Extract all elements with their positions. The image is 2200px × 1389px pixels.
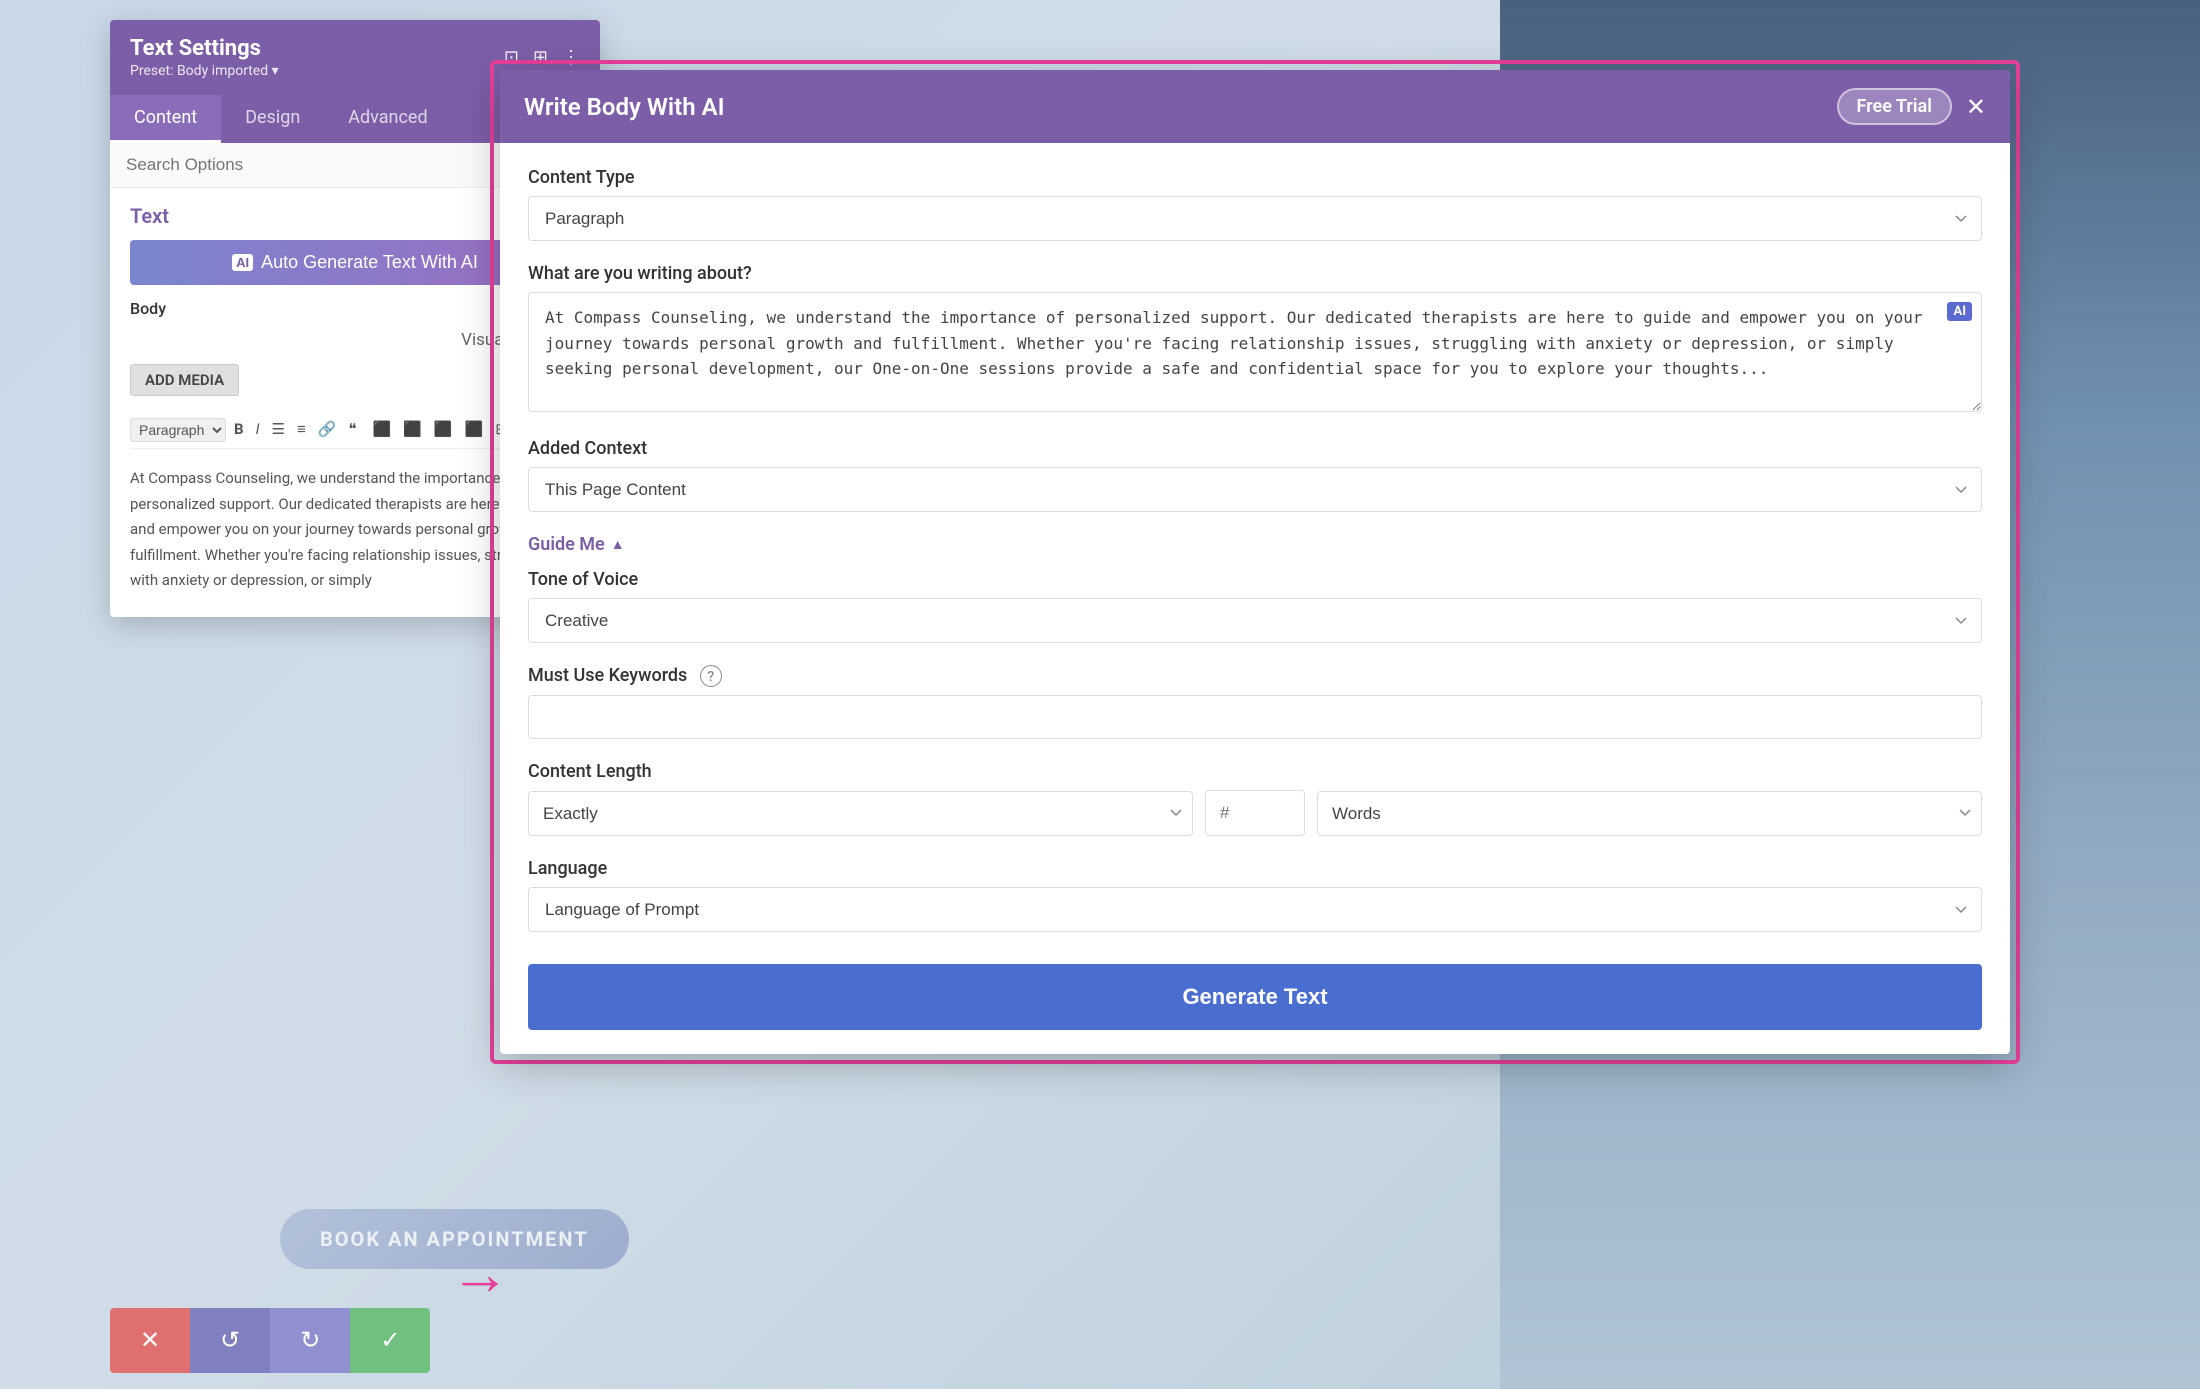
number-input[interactable]	[1205, 790, 1305, 836]
panel-subtitle: Preset: Body imported ▾	[130, 63, 279, 79]
added-context-group: Added Context This Page Content None Cus…	[528, 438, 1982, 512]
keywords-help-icon[interactable]: ?	[700, 665, 722, 687]
quote-icon[interactable]: ❝	[344, 418, 360, 442]
close-button[interactable]: ✕	[1966, 95, 1986, 119]
writing-about-group: What are you writing about? At Compass C…	[528, 263, 1982, 416]
redo-button[interactable]: ↻	[270, 1308, 350, 1373]
words-select[interactable]: Words Sentences Paragraphs	[1317, 791, 1982, 836]
list-ul-icon[interactable]: ☰	[268, 418, 289, 442]
guide-me-link[interactable]: Guide Me ▲	[528, 534, 625, 555]
modal-header: Write Body With AI Free Trial ✕	[500, 70, 2010, 143]
tab-design[interactable]: Design	[221, 95, 324, 143]
list-ol-icon[interactable]: ≡	[293, 418, 310, 442]
align-center-icon[interactable]: ⬛	[399, 418, 426, 442]
writing-about-label: What are you writing about?	[528, 263, 1982, 284]
writing-textarea[interactable]: At Compass Counseling, we understand the…	[528, 292, 1982, 412]
panel-header-left: Text Settings Preset: Body imported ▾	[130, 36, 279, 79]
panel-title: Text Settings	[130, 36, 279, 61]
content-type-select[interactable]: Paragraph List Heading	[528, 196, 1982, 241]
tone-label: Tone of Voice	[528, 569, 1982, 590]
language-select[interactable]: Language of Prompt English Spanish Frenc…	[528, 887, 1982, 932]
search-input[interactable]	[126, 155, 535, 175]
generate-button[interactable]: Generate Text	[528, 964, 1982, 1030]
keywords-group: Must Use Keywords ?	[528, 665, 1982, 739]
keywords-label: Must Use Keywords ?	[528, 665, 1982, 687]
italic-icon[interactable]: I	[252, 418, 264, 442]
added-context-select[interactable]: This Page Content None Custom	[528, 467, 1982, 512]
justify-icon[interactable]: ⬛	[461, 418, 488, 442]
ai-badge: AI	[1947, 302, 1972, 321]
tone-select[interactable]: Creative Professional Casual Friendly	[528, 598, 1982, 643]
tab-content[interactable]: Content	[110, 95, 221, 143]
undo-button[interactable]: ↺	[190, 1308, 270, 1373]
ai-modal-wrapper: Write Body With AI Free Trial ✕ Content …	[490, 60, 2020, 1064]
ai-modal-outer: Write Body With AI Free Trial ✕ Content …	[490, 60, 2020, 1064]
confirm-button[interactable]: ✓	[350, 1308, 430, 1373]
paragraph-select[interactable]: Paragraph	[130, 418, 226, 442]
added-context-label: Added Context	[528, 438, 1982, 459]
bold-icon[interactable]: B	[230, 418, 248, 442]
content-type-label: Content Type	[528, 167, 1982, 188]
align-right-icon[interactable]: ⬛	[430, 418, 457, 442]
ai-icon: AI	[232, 254, 253, 271]
keywords-input-display[interactable]	[528, 695, 1982, 739]
exactly-select[interactable]: Exactly At Least At Most Around	[528, 791, 1193, 836]
modal-title: Write Body With AI	[524, 93, 725, 121]
tab-advanced[interactable]: Advanced	[324, 95, 451, 143]
content-length-group: Content Length Exactly At Least At Most …	[528, 761, 1982, 836]
ai-modal: Write Body With AI Free Trial ✕ Content …	[500, 70, 2010, 1054]
content-type-group: Content Type Paragraph List Heading	[528, 167, 1982, 241]
tone-group: Tone of Voice Creative Professional Casu…	[528, 569, 1982, 643]
link-icon[interactable]: 🔗	[314, 418, 341, 442]
cancel-button[interactable]: ✕	[110, 1308, 190, 1373]
modal-header-right: Free Trial ✕	[1837, 88, 1986, 125]
language-label: Language	[528, 858, 1982, 879]
language-group: Language Language of Prompt English Span…	[528, 858, 1982, 932]
ai-generate-label: Auto Generate Text With AI	[261, 252, 478, 273]
free-trial-badge[interactable]: Free Trial	[1837, 88, 1952, 125]
textarea-wrapper: At Compass Counseling, we understand the…	[528, 292, 1982, 416]
align-left-icon[interactable]: ⬛	[369, 418, 396, 442]
section-title: Text	[130, 204, 169, 228]
modal-body: Content Type Paragraph List Heading What…	[500, 143, 2010, 1054]
content-length-label: Content Length	[528, 761, 1982, 782]
action-buttons: ✕ ↺ ↻ ✓	[110, 1308, 430, 1373]
arrow-indicator: →	[450, 1238, 510, 1309]
content-length-row: Exactly At Least At Most Around Words Se…	[528, 790, 1982, 836]
add-media-button[interactable]: ADD MEDIA	[130, 364, 239, 396]
guide-arrow-icon: ▲	[611, 536, 625, 553]
